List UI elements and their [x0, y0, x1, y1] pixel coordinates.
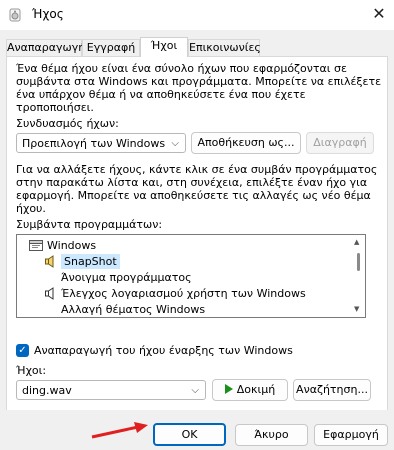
scroll-up-icon[interactable]: ▲ — [354, 238, 359, 246]
events-description-line-2: στην παρακάτω λίστα και, στη συνέχεια, ε… — [16, 176, 368, 189]
delete-button[interactable]: Διαγραφή — [306, 132, 374, 154]
tab-communications[interactable]: Επικοινωνίες — [188, 39, 261, 56]
speaker-icon — [45, 255, 54, 268]
window-title: Ήχος — [32, 7, 64, 21]
test-button[interactable]: Δοκιμή — [212, 379, 288, 401]
list-item-theme-change[interactable]: Αλλαγή θέματος Windows — [17, 302, 337, 317]
list-scrollbar[interactable]: ▲ ▼ — [351, 235, 365, 317]
windows-folder-icon — [29, 240, 43, 251]
cancel-button[interactable]: Άκυρο — [235, 424, 308, 446]
scheme-description-line-3: ένα υπάρχον θέμα ή να αποθηκεύσετε ένα π… — [16, 88, 306, 101]
events-description-line-1: Για να αλλάξετε ήχους, κάντε κλικ σε ένα… — [16, 163, 378, 176]
events-description-line-3: εφαρμογή. Μπορείτε να αποθηκεύσετε τις α… — [16, 189, 371, 202]
title-bar: Ήχος ✕ — [0, 0, 394, 30]
scheme-description-line-2: συμβάντα στα Windows και προγράμματα. Μπ… — [16, 75, 382, 88]
close-icon[interactable]: ✕ — [364, 0, 394, 30]
chevron-down-icon: ⌵ — [171, 138, 179, 149]
events-description-line-4: ήχου. — [16, 202, 46, 215]
events-label: Συμβάντα προγραμμάτων: — [16, 218, 163, 231]
program-events-list[interactable]: Windows SnapShot Άνοιγμα προγράμματος Έλ… — [16, 234, 366, 318]
scroll-down-icon[interactable]: ▼ — [354, 305, 359, 313]
tab-recording[interactable]: Εγγραφή — [82, 39, 140, 56]
sound-dialog: Ήχος ✕ Αναπαραγωγή Εγγραφή Ήχοι Επικοινω… — [0, 0, 394, 450]
list-item-snapshot[interactable]: SnapShot — [17, 254, 337, 269]
list-item-program-open[interactable]: Άνοιγμα προγράμματος — [17, 270, 337, 285]
list-item-label: Άνοιγμα προγράμματος — [61, 271, 192, 284]
scheme-description-line-1: Ένα θέμα ήχου είναι ένα σύνολο ήχων που … — [16, 62, 347, 75]
tab-playback[interactable]: Αναπαραγωγή — [6, 39, 85, 56]
play-icon — [224, 384, 233, 394]
list-item-label: Windows — [47, 239, 97, 252]
red-arrow-annotation — [91, 422, 148, 439]
ok-button[interactable]: OK — [153, 423, 226, 446]
list-item-user-account-control[interactable]: Έλεγχος λογαριασμού χρήστη των Windows — [17, 286, 337, 301]
sound-file-value: ding.wav — [22, 384, 72, 397]
test-button-label: Δοκιμή — [236, 383, 276, 396]
speaker-icon — [45, 287, 54, 300]
startup-sound-checkbox[interactable]: ✓ — [16, 344, 29, 357]
startup-sound-label: Αναπαραγωγή του ήχου έναρξης των Windows — [34, 344, 293, 357]
apply-button[interactable]: Εφαρμογή — [314, 424, 388, 446]
speaker-app-icon — [9, 8, 21, 22]
tab-sounds[interactable]: Ήχοι — [140, 37, 188, 57]
sound-file-select[interactable]: ding.wav ⌵ — [16, 380, 206, 400]
list-item-label: Έλεγχος λογαριασμού χρήστη των Windows — [61, 287, 306, 300]
scheme-description-line-4: τροποποιήσει. — [16, 101, 94, 114]
save-as-button[interactable]: Αποθήκευση ως... — [191, 132, 301, 154]
list-item-windows[interactable]: Windows — [17, 238, 337, 253]
scroll-thumb[interactable] — [357, 253, 360, 271]
checkmark-icon: ✓ — [18, 345, 27, 356]
sound-scheme-select[interactable]: Προεπιλογή των Windows ⌵ — [16, 133, 186, 153]
sounds-label: Ήχοι: — [16, 364, 47, 377]
scheme-label: Συνδυασμός ήχων: — [16, 117, 119, 130]
chevron-down-icon: ⌵ — [191, 385, 199, 396]
browse-button[interactable]: Αναζήτηση... — [293, 379, 371, 401]
list-item-label: SnapShot — [61, 254, 120, 269]
list-item-label: Αλλαγή θέματος Windows — [61, 303, 206, 316]
sound-scheme-value: Προεπιλογή των Windows — [22, 137, 166, 150]
